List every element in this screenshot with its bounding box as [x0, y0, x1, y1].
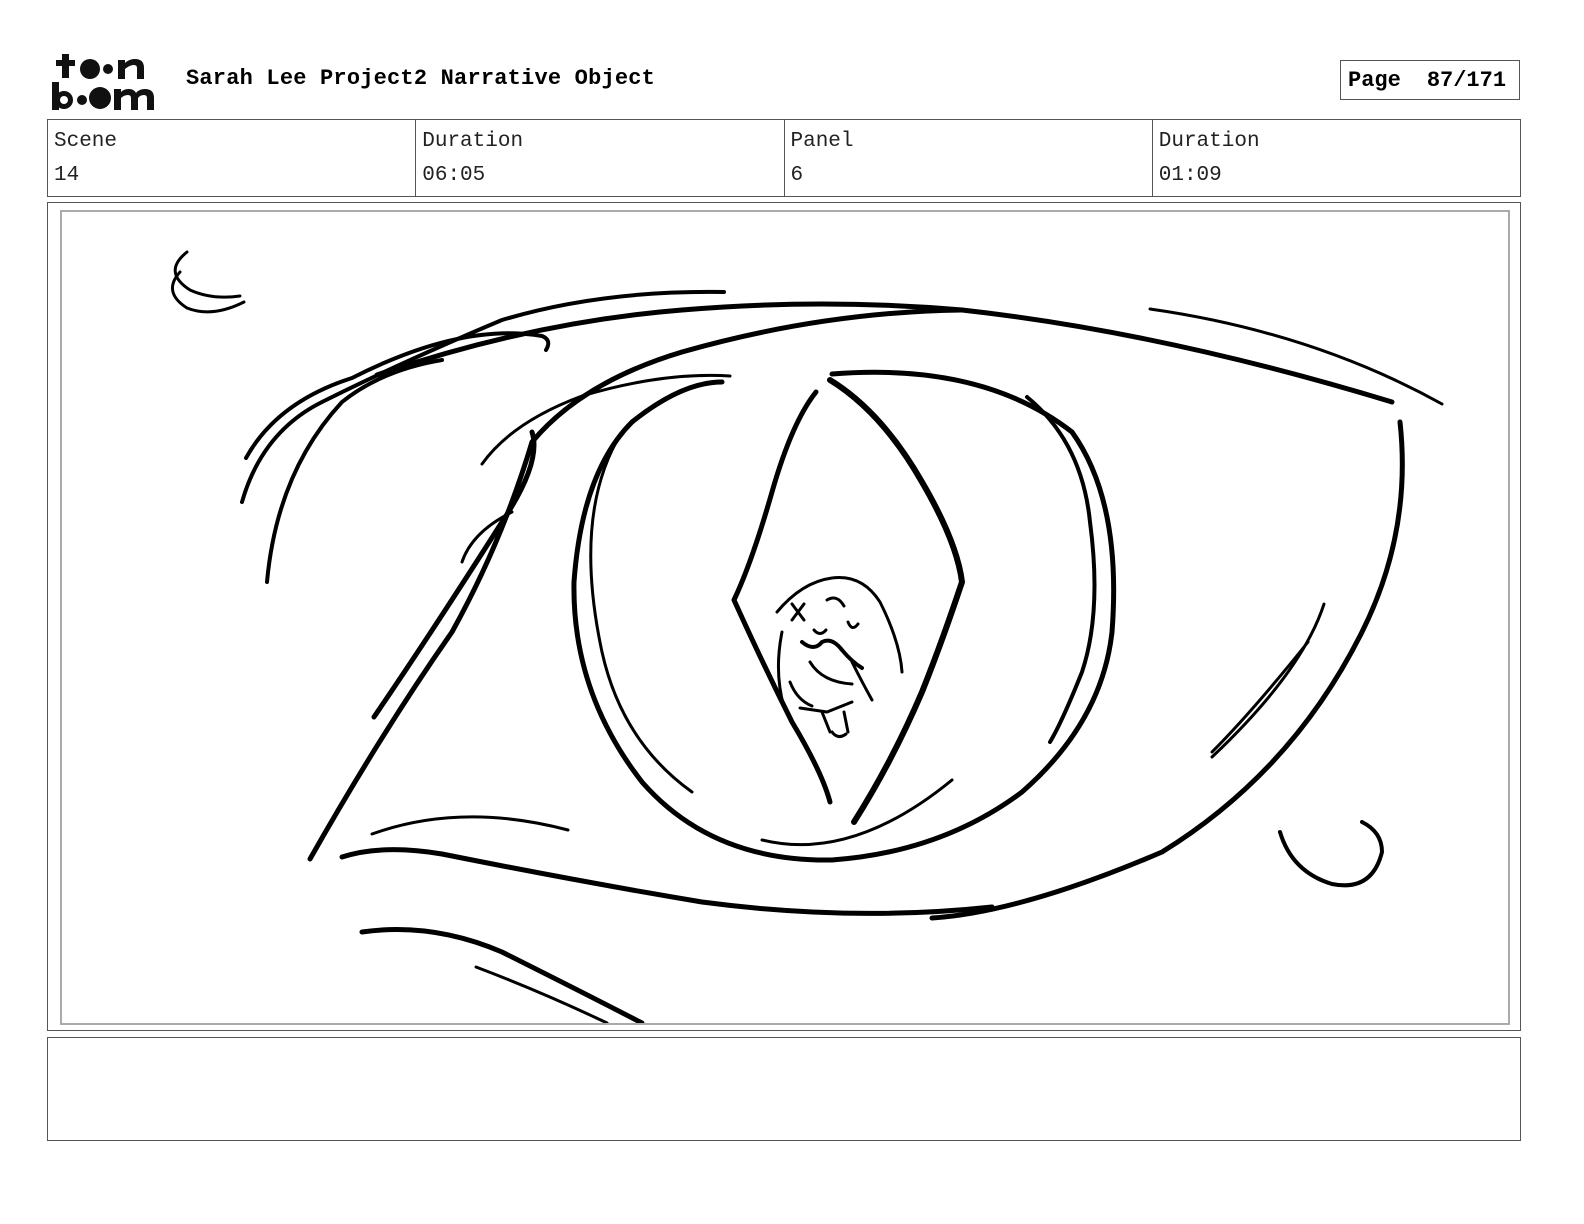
- scene-duration-cell: Duration 06:05: [416, 120, 785, 196]
- panel-cell: Panel 6: [785, 120, 1153, 196]
- toonboom-logo-mark: [52, 54, 154, 110]
- panel-value: 6: [790, 164, 804, 187]
- scene-duration-value: 06:05: [422, 164, 486, 187]
- panel-duration-cell: Duration 01:09: [1153, 120, 1520, 196]
- page-number: 87/171: [1426, 67, 1507, 93]
- storyboard-panel-frame: [47, 202, 1521, 1031]
- page-label: Page: [1348, 67, 1401, 93]
- toonboom-logo: [52, 52, 164, 112]
- panel-duration-label: Duration: [1158, 130, 1260, 153]
- panel-notes-box: [47, 1037, 1521, 1141]
- scene-info-table: Scene 14 Duration 06:05 Panel 6 Duration…: [47, 119, 1521, 197]
- scene-value: 14: [54, 164, 80, 187]
- storyboard-panel-image: [60, 210, 1510, 1025]
- scene-duration-label: Duration: [422, 130, 524, 153]
- page-indicator: Page 87/171: [1340, 60, 1520, 100]
- project-title: Sarah Lee Project2 Narrative Object: [186, 66, 656, 91]
- panel-duration-value: 01:09: [1158, 164, 1222, 187]
- scene-label: Scene: [54, 130, 118, 153]
- scene-cell: Scene 14: [48, 120, 417, 196]
- panel-label: Panel: [790, 130, 854, 153]
- eye-sketch-drawing: [171, 250, 1444, 1023]
